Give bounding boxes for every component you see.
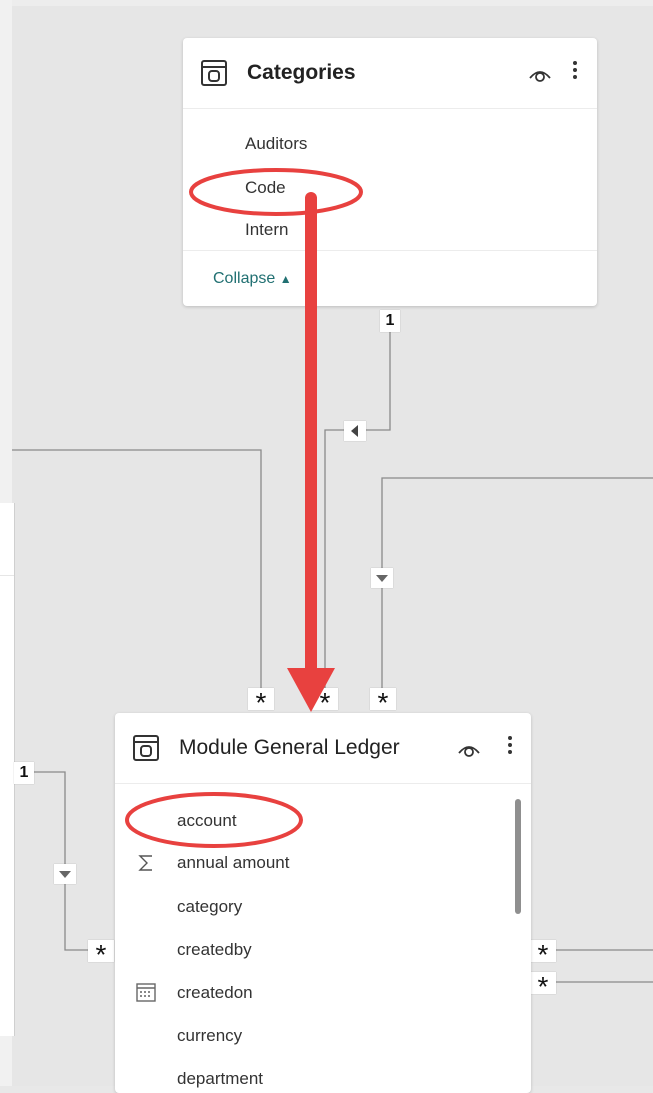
annotation-circle-account bbox=[125, 792, 303, 848]
annotation-circle-code bbox=[189, 168, 363, 216]
annotation-arrow bbox=[287, 192, 335, 712]
model-canvas[interactable]: Categories Auditors Code Intern Collapse… bbox=[0, 0, 653, 1093]
annotation-overlay bbox=[125, 168, 363, 848]
